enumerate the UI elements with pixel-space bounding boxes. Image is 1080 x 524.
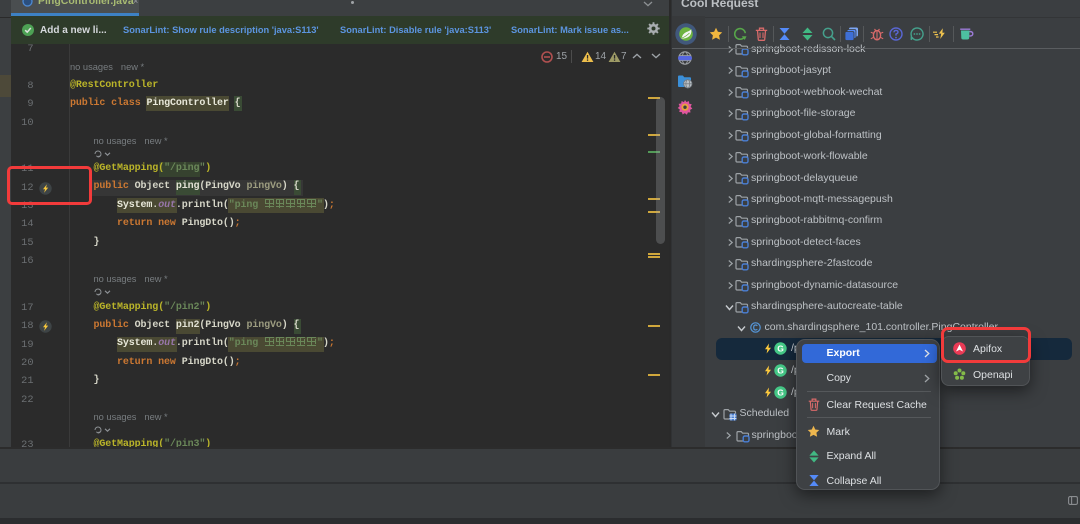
svg-text:G: G — [777, 344, 784, 354]
svg-text:G: G — [777, 387, 784, 397]
svg-text:G: G — [777, 366, 784, 376]
